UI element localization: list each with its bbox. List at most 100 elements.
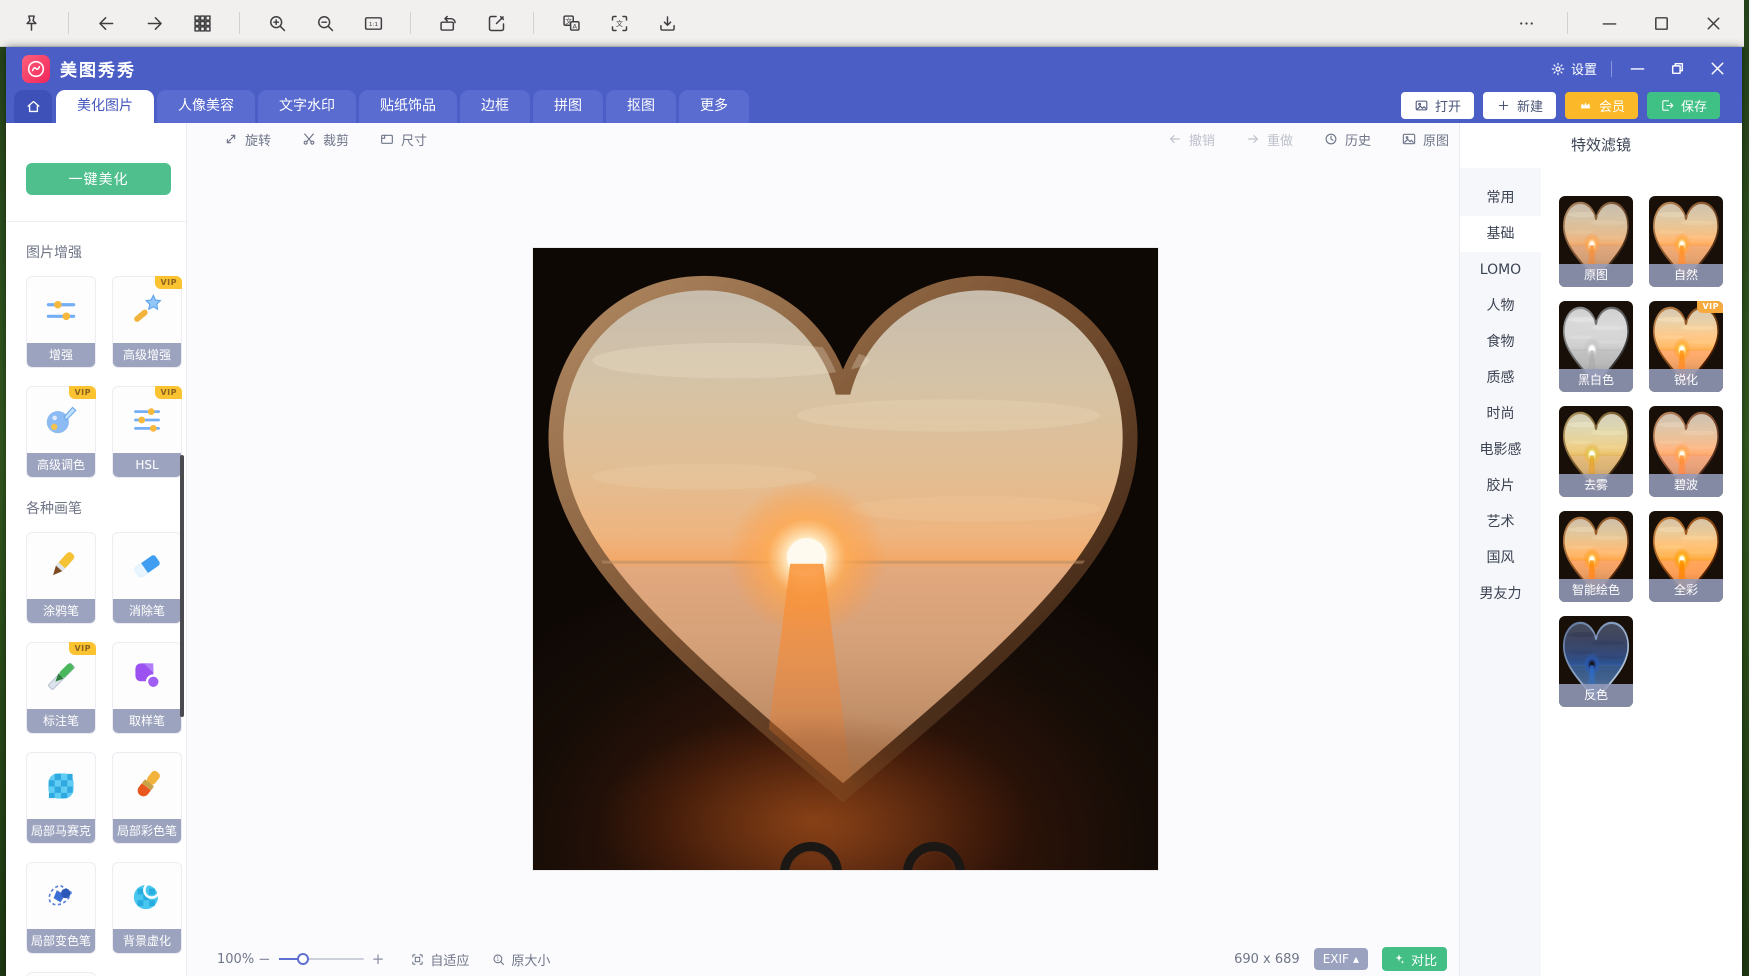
filter-thumb-fullcolor[interactable]: 全彩 (1649, 511, 1723, 602)
minimize-button[interactable] (1598, 12, 1620, 34)
grid-view-icon (192, 13, 213, 34)
close-button[interactable] (1702, 12, 1724, 34)
marker-icon (41, 656, 81, 696)
pin-icon (21, 13, 42, 34)
divider (68, 12, 69, 34)
more-button[interactable] (1515, 12, 1537, 34)
tool-tile-doodle[interactable]: 涂鸦笔 (26, 532, 96, 624)
screenshot-download-button[interactable] (656, 12, 678, 34)
translate-button[interactable]: 文A (560, 12, 582, 34)
tool-tile-marker[interactable]: VIP 标注笔 (26, 642, 96, 734)
settings-button[interactable]: 设置 (1550, 59, 1597, 78)
tool-tile-wand[interactable]: VIP 高级增强 (112, 276, 182, 368)
zoom-slider[interactable] (279, 952, 364, 966)
crown-action-button[interactable]: 会员 (1565, 92, 1638, 119)
filter-thumb-natural[interactable]: 自然 (1649, 196, 1723, 287)
edited-photo[interactable] (533, 248, 1158, 870)
undo-icon (1167, 131, 1183, 147)
filter-thumb-invert[interactable]: 反色 (1559, 616, 1633, 707)
filter-thumb-dehaze[interactable]: 去雾 (1559, 406, 1633, 497)
filter-category-4[interactable]: 食物 (1460, 324, 1541, 360)
window-minimize-button[interactable] (1626, 58, 1648, 80)
tool-tile-hsl[interactable]: VIP HSL (112, 386, 182, 478)
tab-2[interactable]: 文字水印 (258, 90, 356, 123)
mosaic-icon (41, 766, 81, 806)
export-action-button[interactable]: 保存 (1647, 92, 1720, 119)
filter-category-0[interactable]: 常用 (1460, 180, 1541, 216)
tab-0[interactable]: 美化图片 (56, 90, 154, 123)
tool-tile-mosaic[interactable]: 局部马赛克 (26, 752, 96, 844)
one-click-beautify-button[interactable]: 一键美化 (26, 163, 171, 195)
one-to-one-button[interactable]: 1:1 (362, 12, 384, 34)
zoom-out-button[interactable] (314, 12, 336, 34)
filter-thumb-bw[interactable]: 黑白色 (1559, 301, 1633, 392)
pin-button[interactable] (20, 12, 42, 34)
divider (239, 12, 240, 34)
tool-tile-colorpen[interactable]: 局部彩色笔 (112, 752, 182, 844)
undo-tool[interactable]: 撤销 (1167, 130, 1215, 149)
filter-category-10[interactable]: 国风 (1460, 540, 1541, 576)
restore-icon (1667, 58, 1688, 79)
filter-category-11[interactable]: 男友力 (1460, 576, 1541, 612)
filter-category-1[interactable]: 基础 (1460, 216, 1541, 252)
app-title: 美图秀秀 (60, 56, 136, 81)
filter-thumb-normal[interactable]: 原图 (1559, 196, 1633, 287)
home-tab[interactable] (14, 90, 52, 123)
filter-category-5[interactable]: 质感 (1460, 360, 1541, 396)
tab-6[interactable]: 抠图 (606, 90, 676, 123)
tool-tile-recolor[interactable]: 局部变色笔 (26, 862, 96, 954)
filter-category-3[interactable]: 人物 (1460, 288, 1541, 324)
rotate-tool[interactable]: 旋转 (223, 130, 271, 149)
filter-category-8[interactable]: 胶片 (1460, 468, 1541, 504)
filter-thumb-wave[interactable]: 碧波 (1649, 406, 1723, 497)
tab-1[interactable]: 人像美容 (157, 90, 255, 123)
window-close-button[interactable] (1706, 58, 1728, 80)
zoom-in-button[interactable] (266, 12, 288, 34)
filter-thumb-smartcolor[interactable]: 智能绘色 (1559, 511, 1633, 602)
forward-button[interactable] (143, 12, 165, 34)
sidebar-scrollbar[interactable] (180, 455, 184, 717)
filter-category-7[interactable]: 电影感 (1460, 432, 1541, 468)
crop-tool[interactable]: 裁剪 (301, 130, 349, 149)
history-tool[interactable]: 历史 (1323, 130, 1371, 149)
filter-thumb-sharpen[interactable]: VIP 锐化 (1649, 301, 1723, 392)
filter-category-6[interactable]: 时尚 (1460, 396, 1541, 432)
compare-button[interactable]: 对比 (1382, 947, 1447, 971)
grid-view-button[interactable] (191, 12, 213, 34)
actual-size-button[interactable]: 1 原大小 (491, 950, 550, 969)
tool-tile-blur[interactable]: 背景虚化 (112, 862, 182, 954)
divider (6, 221, 187, 222)
tab-5[interactable]: 拼图 (533, 90, 603, 123)
tool-tile-sampler[interactable]: 取样笔 (112, 642, 182, 734)
filter-panel: 特效滤镜 常用基础LOMO人物食物质感时尚电影感胶片艺术国风男友力 原图 自然 (1459, 123, 1742, 976)
filter-category-2[interactable]: LOMO (1460, 252, 1541, 288)
fit-view-button[interactable]: 自适应 (410, 950, 469, 969)
tab-3[interactable]: 贴纸饰品 (359, 90, 457, 123)
redo-tool[interactable]: 重做 (1245, 130, 1293, 149)
resize-tool[interactable]: 尺寸 (379, 130, 427, 149)
exif-button[interactable]: EXIF ▴ (1314, 948, 1368, 970)
vip-badge: VIP (155, 276, 182, 289)
tool-tile-eraser[interactable]: 消除笔 (112, 532, 182, 624)
tab-4[interactable]: 边框 (460, 90, 530, 123)
doodle-icon (41, 546, 81, 586)
zoom-increase-button[interactable]: + (368, 950, 389, 968)
window-restore-button[interactable] (1666, 58, 1688, 80)
tool-tile-enhance[interactable]: 增强 (26, 276, 96, 368)
tool-tile-partial[interactable] (26, 972, 96, 976)
os-toolbar: 1:1 文A 文 (0, 0, 1744, 47)
tab-7[interactable]: 更多 (679, 90, 749, 123)
screen-ocr-button[interactable]: 文 (608, 12, 630, 34)
tool-tile-palette[interactable]: VIP 高级调色 (26, 386, 96, 478)
back-button[interactable] (95, 12, 117, 34)
filter-category-9[interactable]: 艺术 (1460, 504, 1541, 540)
edit-note-button[interactable] (485, 12, 507, 34)
maximize-button[interactable] (1650, 12, 1672, 34)
zoom-decrease-button[interactable]: − (254, 950, 275, 968)
original-tool[interactable]: 原图 (1401, 130, 1449, 149)
image-action-button[interactable]: 打开 (1401, 92, 1474, 119)
slider-thumb[interactable] (297, 953, 309, 965)
plus-action-button[interactable]: 新建 (1483, 92, 1556, 119)
sampler-icon (127, 656, 167, 696)
rotate-screen-button[interactable] (437, 12, 459, 34)
